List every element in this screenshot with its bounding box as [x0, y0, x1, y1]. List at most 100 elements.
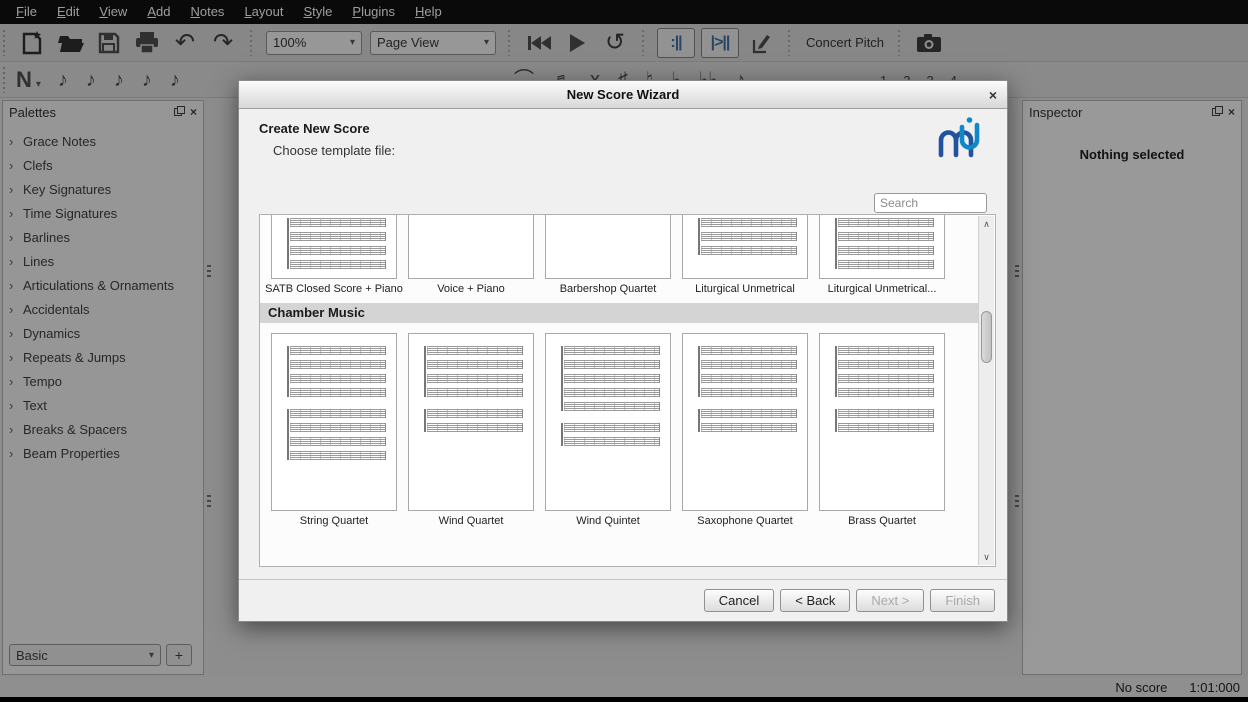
search-input[interactable]	[874, 193, 987, 213]
thumbnail-staff	[427, 388, 523, 397]
dialog-title: New Score Wizard	[239, 87, 1007, 102]
thumbnail-staff	[701, 409, 797, 418]
template-thumbnail	[819, 215, 945, 279]
musescore-window: FileEditViewAddNotesLayoutStylePluginsHe…	[0, 0, 1248, 702]
thumbnail-system	[424, 409, 523, 432]
template-label: Saxophone Quartet	[697, 515, 792, 527]
thumbnail-staff	[290, 346, 386, 355]
thumbnail-staff	[564, 346, 660, 355]
template-card-wind-quintet[interactable]: Wind Quintet	[543, 333, 673, 527]
thumbnail-staff	[701, 388, 797, 397]
thumbnail-staff	[427, 360, 523, 369]
dialog-footer: Cancel < Back Next > Finish	[239, 579, 1007, 621]
thumbnail-staff	[564, 388, 660, 397]
template-thumbnail	[271, 215, 397, 279]
template-thumbnail	[408, 333, 534, 511]
thumbnail-staff	[838, 346, 934, 355]
cancel-button[interactable]: Cancel	[704, 589, 774, 612]
template-row: String Quartet Wind Quartet Wind Quintet Sa…	[260, 333, 979, 527]
thumbnail-staff	[838, 218, 934, 227]
thumbnail-staff	[290, 260, 386, 269]
thumbnail-staff	[838, 423, 934, 432]
template-label: Liturgical Unmetrical	[695, 283, 795, 295]
section-header-chamber-music: Chamber Music	[260, 303, 979, 323]
template-card-string-quartet[interactable]: String Quartet	[269, 333, 399, 527]
thumbnail-staff	[701, 360, 797, 369]
thumbnail-staff	[290, 437, 386, 446]
thumbnail-staff	[838, 388, 934, 397]
template-card-liturgical-unmetrical[interactable]: Liturgical Unmetrical	[680, 215, 810, 295]
new-score-wizard-dialog: New Score Wizard × Create New Score Choo…	[238, 80, 1008, 622]
thumbnail-staff	[838, 246, 934, 255]
template-card-saxophone-quartet[interactable]: Saxophone Quartet	[680, 333, 810, 527]
template-card-barbershop-quartet[interactable]: Barbershop Quartet	[543, 215, 673, 295]
thumbnail-system	[287, 409, 386, 460]
template-thumbnail	[408, 215, 534, 279]
thumbnail-staff	[290, 409, 386, 418]
thumbnail-staff	[564, 374, 660, 383]
thumbnail-system	[698, 409, 797, 432]
thumbnail-staff	[290, 374, 386, 383]
thumbnail-staff	[290, 451, 386, 460]
thumbnail-staff	[290, 360, 386, 369]
thumbnail-system	[698, 346, 797, 397]
template-thumbnail	[682, 333, 808, 511]
thumbnail-staff	[427, 346, 523, 355]
template-card-liturgical-unmetrical[interactable]: Liturgical Unmetrical...	[817, 215, 947, 295]
dialog-subheading: Choose template file:	[273, 143, 395, 158]
template-card-wind-quartet[interactable]: Wind Quartet	[406, 333, 536, 527]
template-thumbnail	[819, 333, 945, 511]
thumbnail-staff	[564, 423, 660, 432]
thumbnail-staff	[290, 423, 386, 432]
thumbnail-staff	[290, 246, 386, 255]
template-thumbnail	[545, 333, 671, 511]
template-label: Wind Quintet	[576, 515, 640, 527]
thumbnail-staff	[701, 232, 797, 241]
finish-button: Finish	[930, 589, 995, 612]
template-card-brass-quartet[interactable]: Brass Quartet	[817, 333, 947, 527]
thumbnail-staff	[838, 232, 934, 241]
thumbnail-system	[698, 218, 797, 255]
thumbnail-staff	[427, 374, 523, 383]
thumbnail-staff	[701, 374, 797, 383]
musescore-logo	[935, 115, 981, 159]
thumbnail-staff	[701, 346, 797, 355]
thumbnail-system	[835, 409, 934, 432]
template-label: Barbershop Quartet	[560, 283, 657, 295]
thumbnail-staff	[838, 374, 934, 383]
back-button[interactable]: < Back	[780, 589, 850, 612]
template-label: Liturgical Unmetrical...	[828, 283, 937, 295]
thumbnail-system	[561, 346, 660, 411]
template-label: SATB Closed Score + Piano	[265, 283, 403, 295]
thumbnail-staff	[838, 409, 934, 418]
thumbnail-system	[561, 423, 660, 446]
thumbnail-staff	[564, 402, 660, 411]
template-list: SATB Closed Score + Piano Voice + Piano Ba…	[259, 214, 996, 567]
thumbnail-staff	[701, 218, 797, 227]
scroll-down-icon[interactable]: ∨	[979, 549, 994, 565]
template-list-scrollbar[interactable]: ∧ ∨	[978, 216, 994, 565]
thumbnail-system	[287, 218, 386, 269]
template-thumbnail	[682, 215, 808, 279]
dialog-titlebar[interactable]: New Score Wizard ×	[239, 81, 1007, 109]
thumbnail-staff	[427, 409, 523, 418]
thumbnail-staff	[564, 360, 660, 369]
thumbnail-system	[424, 346, 523, 397]
next-button: Next >	[856, 589, 924, 612]
template-card-satb-closed-score-piano[interactable]: SATB Closed Score + Piano	[269, 215, 399, 295]
dialog-heading: Create New Score	[259, 121, 370, 136]
thumbnail-staff	[290, 232, 386, 241]
dialog-close-button[interactable]: ×	[989, 81, 997, 109]
thumbnail-staff	[701, 423, 797, 432]
scroll-up-icon[interactable]: ∧	[979, 216, 994, 232]
template-list-content: SATB Closed Score + Piano Voice + Piano Ba…	[260, 215, 979, 527]
template-card-voice-piano[interactable]: Voice + Piano	[406, 215, 536, 295]
thumbnail-staff	[290, 388, 386, 397]
scrollbar-thumb[interactable]	[981, 311, 992, 363]
template-row: SATB Closed Score + Piano Voice + Piano Ba…	[260, 215, 979, 295]
thumbnail-staff	[838, 260, 934, 269]
template-label: String Quartet	[300, 515, 368, 527]
template-label: Voice + Piano	[437, 283, 505, 295]
template-thumbnail	[545, 215, 671, 279]
template-label: Brass Quartet	[848, 515, 916, 527]
